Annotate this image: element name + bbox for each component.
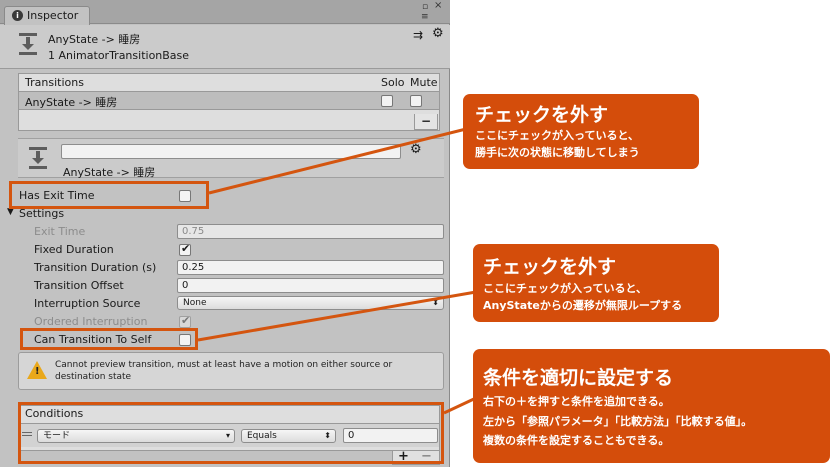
callout-can-transition-to-self: チェックを外す ここにチェックが入っていると、 AnyStateからの遷移が無限… bbox=[473, 244, 719, 322]
callout-title: チェックを外す bbox=[475, 104, 609, 126]
callout-has-exit-time: チェックを外す ここにチェックが入っていると、 勝手に次の状態に移動してしまう bbox=[463, 94, 699, 169]
callout-line: 複数の条件を設定することもできる。 bbox=[483, 434, 670, 447]
callout-title: チェックを外す bbox=[483, 256, 617, 278]
callout-line: ここにチェックが入っていると、 bbox=[475, 129, 640, 142]
callout-line: 右下の＋を押すと条件を追加できる。 bbox=[483, 395, 670, 408]
callout-line: 左から「参照パラメータ」「比較方法」「比較する値」。 bbox=[483, 415, 753, 428]
callout-line: ここにチェックが入っていると、 bbox=[483, 282, 648, 295]
callout-line: 勝手に次の状態に移動してしまう bbox=[475, 146, 640, 159]
callout-title: 条件を適切に設定する bbox=[483, 367, 674, 389]
callout-conditions: 条件を適切に設定する 右下の＋を押すと条件を追加できる。 左から「参照パラメータ… bbox=[473, 349, 830, 463]
callout-line: AnyStateからの遷移が無限ループする bbox=[483, 299, 683, 312]
